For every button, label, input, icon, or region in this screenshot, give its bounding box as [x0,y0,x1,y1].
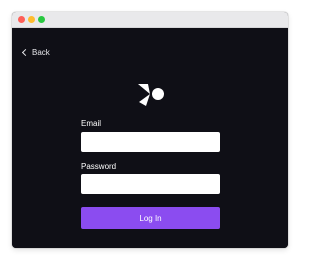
close-window-button[interactable] [18,16,25,23]
minimize-window-button[interactable] [28,16,35,23]
back-button[interactable]: Back [21,48,50,57]
password-field[interactable] [81,174,220,194]
zoom-window-button[interactable] [38,16,45,23]
back-label: Back [32,48,50,57]
login-button[interactable]: Log In [81,207,220,229]
password-label: Password [81,162,117,171]
app-logo-icon [138,84,164,106]
email-field[interactable] [81,132,220,152]
chevron-left-icon [21,48,30,57]
login-screen: Back Email Password Log In [12,28,288,248]
app-window: Back Email Password Log In [12,12,288,248]
email-label: Email [81,119,102,128]
title-bar [12,12,288,28]
